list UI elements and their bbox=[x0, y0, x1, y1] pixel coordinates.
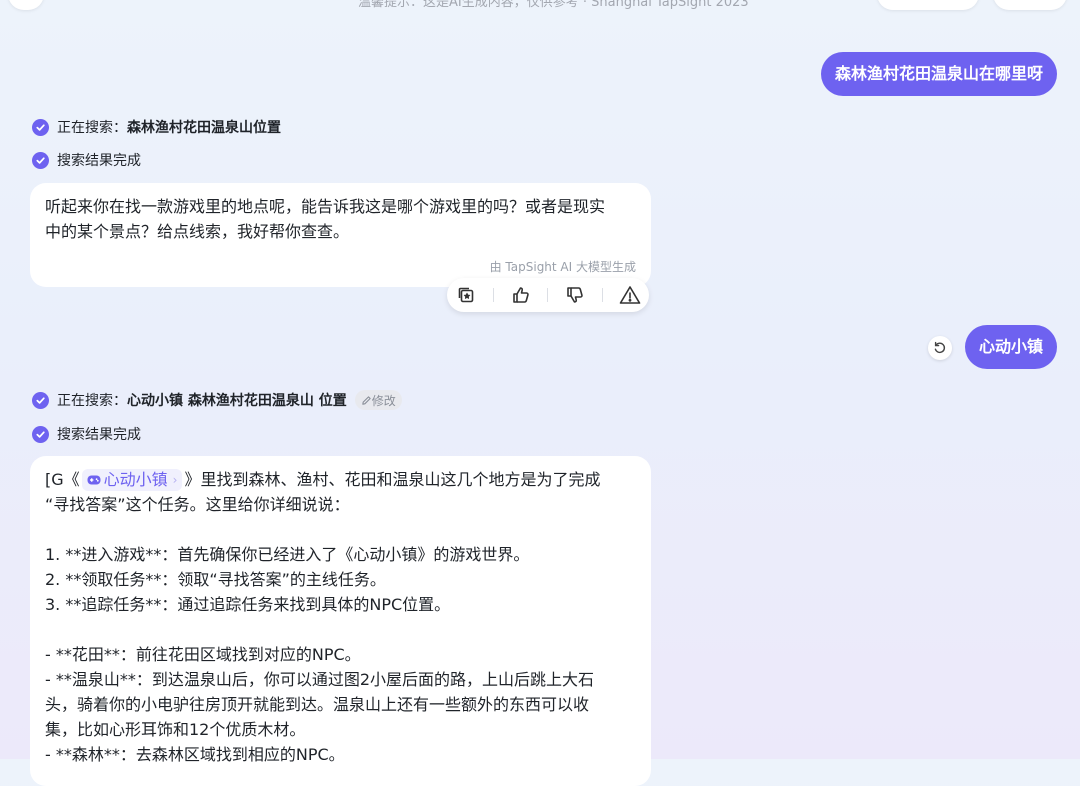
thumbs-down-icon[interactable] bbox=[563, 283, 587, 307]
check-circle-icon bbox=[32, 118, 49, 136]
user-message: 心动小镇 bbox=[964, 325, 1057, 369]
gamepad-icon bbox=[87, 475, 101, 485]
ai-byline: 由 TapSight AI 大模型生成 bbox=[489, 260, 636, 274]
top-notice: 温馨提示：这是AI生成内容，仅供参考 · Shanghai TapSight 2… bbox=[358, 0, 749, 10]
search-prefix: 正在搜索： bbox=[57, 120, 127, 136]
pencil-icon bbox=[362, 395, 371, 405]
top-bar: 温馨提示：这是AI生成内容，仅供参考 · Shanghai TapSight 2… bbox=[0, 0, 1080, 12]
edit-label: 修改 bbox=[371, 393, 396, 408]
ai-reply-card: [G《 心动小镇 › 》里找到森林、渔村、花田和温泉山这几个地方是为了完成 “寻找答案… bbox=[30, 456, 651, 786]
back-button[interactable] bbox=[8, 0, 44, 10]
check-circle-icon bbox=[32, 425, 49, 443]
divider bbox=[493, 288, 495, 302]
top-action-button[interactable] bbox=[877, 0, 979, 10]
warning-icon[interactable] bbox=[618, 283, 642, 307]
regenerate-button[interactable] bbox=[928, 336, 952, 360]
ai-reply-lead: [G《 bbox=[45, 470, 80, 489]
divider bbox=[601, 288, 603, 302]
search-complete-label: 搜索结果完成 bbox=[57, 153, 141, 169]
chevron-right-icon: › bbox=[172, 473, 178, 487]
search-complete-label: 搜索结果完成 bbox=[57, 427, 141, 443]
search-complete-status: 搜索结果完成 bbox=[32, 425, 141, 443]
search-query: 森林渔村花田温泉山位置 bbox=[127, 120, 281, 136]
search-prefix: 正在搜索： bbox=[57, 393, 127, 409]
search-status: 正在搜索： 心动小镇 森林渔村花田温泉山 位置 修改 bbox=[32, 390, 402, 410]
ai-reply-first-line: [G《 心动小镇 › 》里找到森林、渔村、花田和温泉山这几个地方是为了完成 bbox=[45, 467, 636, 492]
message-action-bar bbox=[447, 278, 649, 312]
edit-search-button[interactable]: 修改 bbox=[354, 390, 402, 410]
search-query: 心动小镇 森林渔村花田温泉山 位置 bbox=[127, 393, 347, 409]
refresh-icon bbox=[934, 341, 946, 354]
top-settings-button[interactable] bbox=[993, 0, 1067, 10]
thumbs-up-icon[interactable] bbox=[509, 283, 533, 307]
ai-reply-text: 听起来你在找一款游戏里的地点呢，能告诉我这是哪个游戏里的吗？或者是现实 中的某个… bbox=[45, 197, 606, 241]
ai-reply-after-chip: 》里找到森林、渔村、花田和温泉山这几个地方是为了完成 bbox=[184, 470, 601, 489]
search-status: 正在搜索： 森林渔村花田温泉山位置 bbox=[32, 118, 281, 136]
user-message: 森林渔村花田温泉山在哪里呀 bbox=[820, 52, 1057, 96]
ai-reply-card: 听起来你在找一款游戏里的地点呢，能告诉我这是哪个游戏里的吗？或者是现实 中的某个… bbox=[30, 183, 651, 287]
search-complete-status: 搜索结果完成 bbox=[32, 151, 141, 169]
check-circle-icon bbox=[32, 151, 49, 169]
check-circle-icon bbox=[32, 391, 49, 409]
game-link-chip[interactable]: 心动小镇 › bbox=[81, 469, 183, 491]
game-name: 心动小镇 bbox=[103, 470, 168, 489]
ai-reply-body: “寻找答案”这个任务。这里给你详细说说： 1. **进入游戏**：首先确保你已经… bbox=[45, 495, 595, 764]
divider bbox=[547, 288, 549, 302]
copy-icon[interactable] bbox=[454, 283, 478, 307]
